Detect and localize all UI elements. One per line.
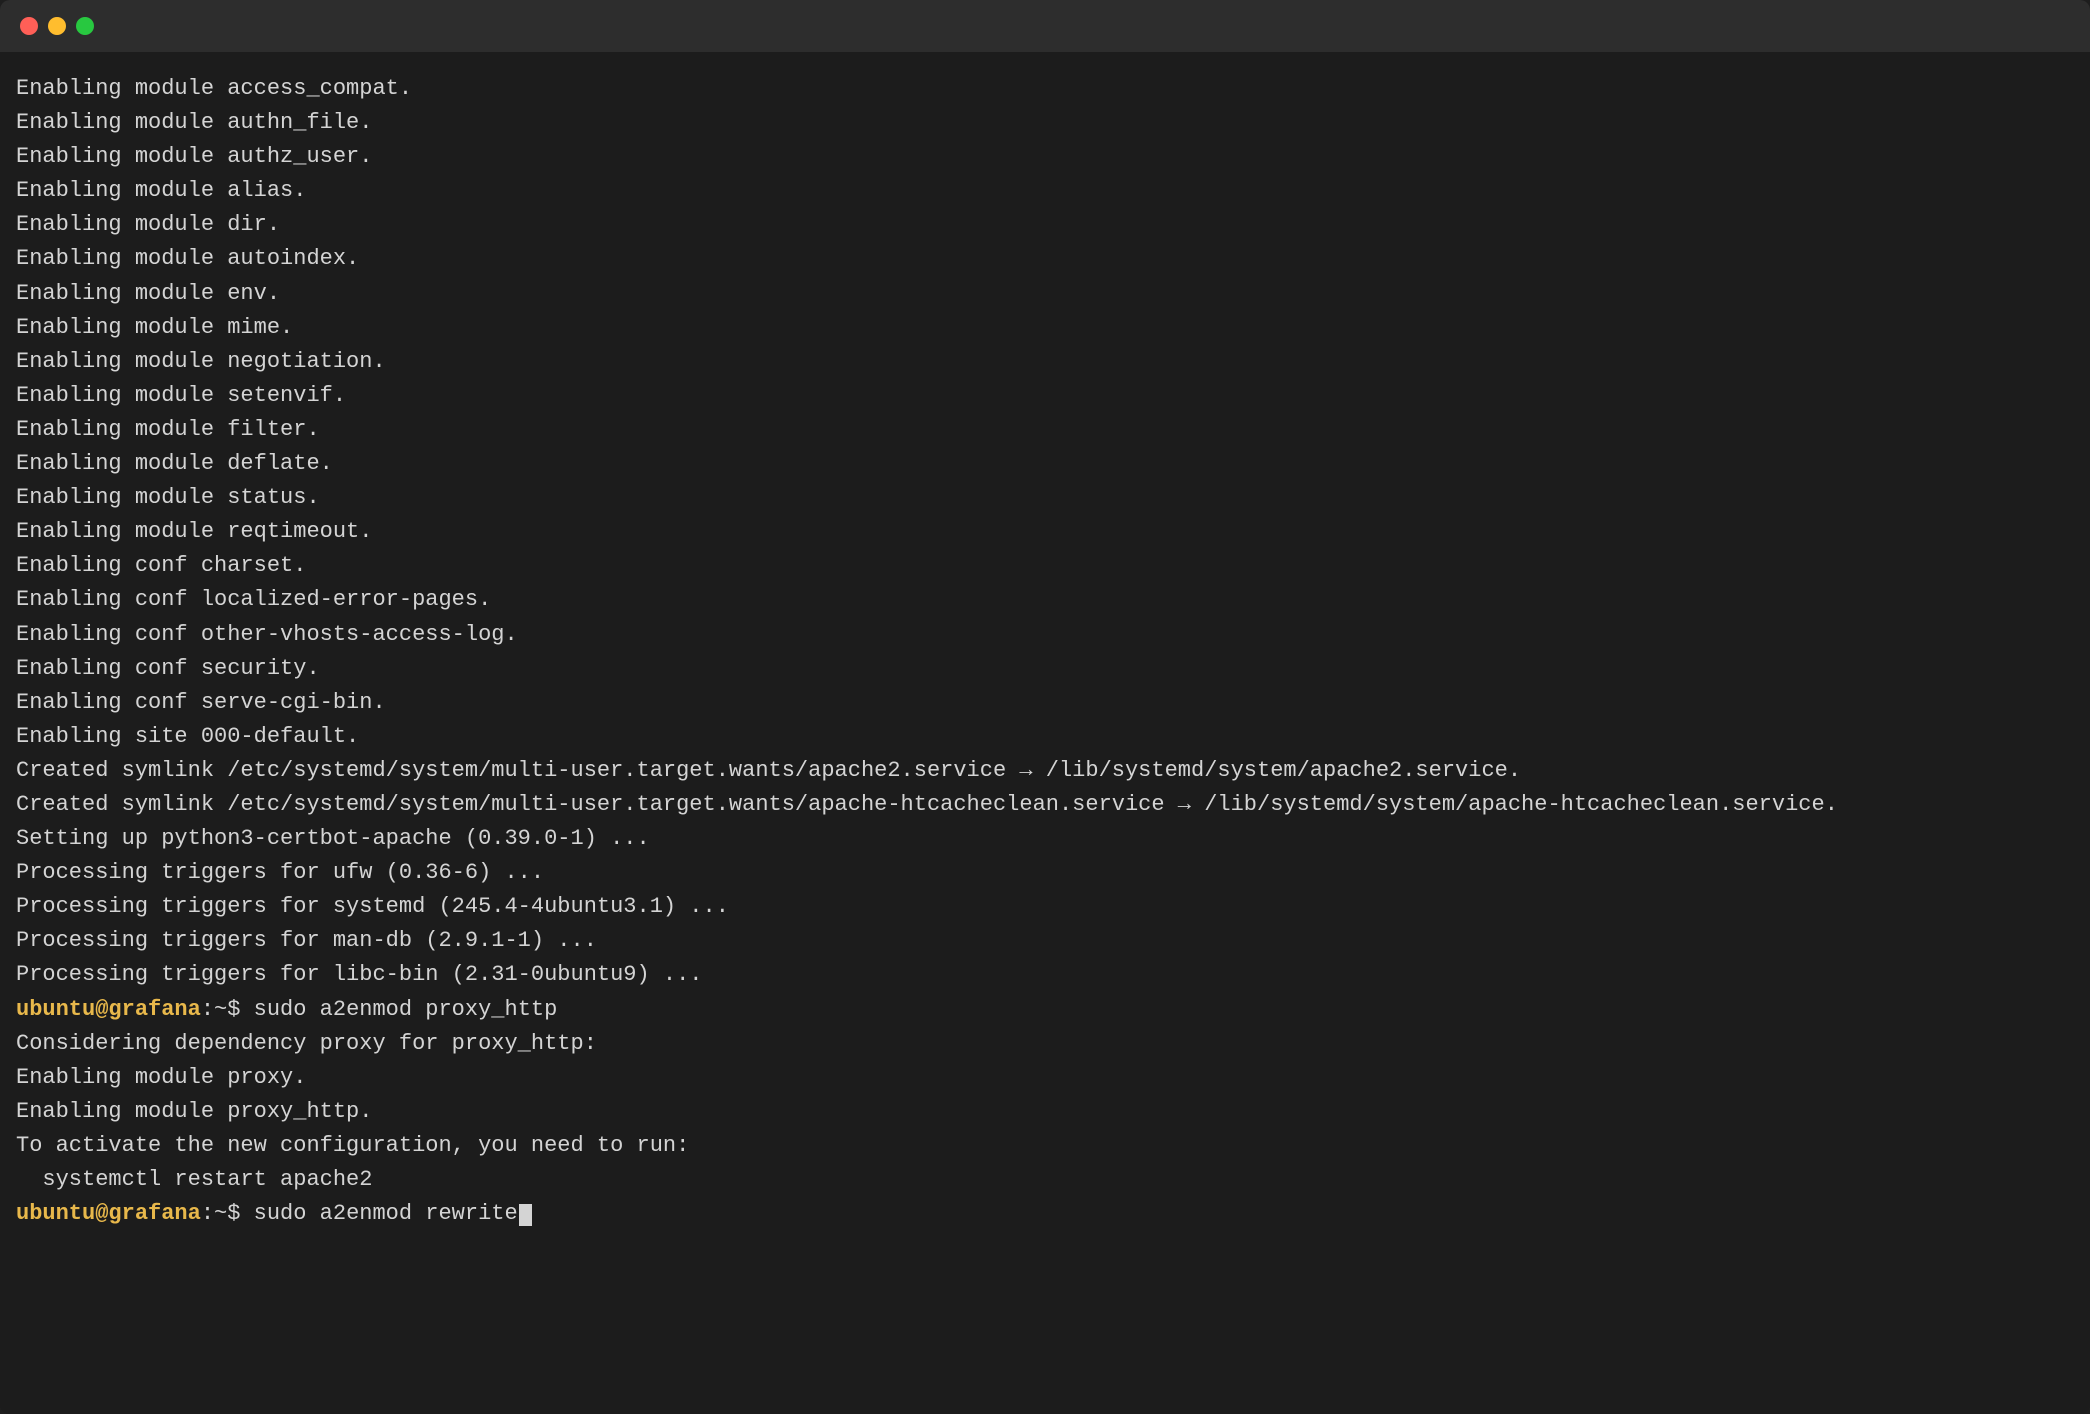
terminal-line: systemctl restart apache2 <box>16 1163 2074 1197</box>
terminal-line: Created symlink /etc/systemd/system/mult… <box>16 788 2074 822</box>
terminal-line: To activate the new configuration, you n… <box>16 1129 2074 1163</box>
terminal-line: Enabling module access_compat. <box>16 72 2074 106</box>
titlebar <box>0 0 2090 52</box>
terminal-line: Enabling module autoindex. <box>16 242 2074 276</box>
terminal-line: Processing triggers for man-db (2.9.1-1)… <box>16 924 2074 958</box>
terminal-line: Enabling conf other-vhosts-access-log. <box>16 618 2074 652</box>
terminal-line: Enabling module deflate. <box>16 447 2074 481</box>
close-button[interactable] <box>20 17 38 35</box>
terminal-line: Considering dependency proxy for proxy_h… <box>16 1027 2074 1061</box>
terminal-cursor <box>519 1204 532 1226</box>
terminal-line: Processing triggers for ufw (0.36-6) ... <box>16 856 2074 890</box>
terminal-line: Enabling module alias. <box>16 174 2074 208</box>
terminal-line: Setting up python3-certbot-apache (0.39.… <box>16 822 2074 856</box>
minimize-button[interactable] <box>48 17 66 35</box>
prompt-command: :~$ sudo a2enmod proxy_http <box>201 997 557 1022</box>
terminal-line: Enabling module filter. <box>16 413 2074 447</box>
maximize-button[interactable] <box>76 17 94 35</box>
terminal-line: Processing triggers for systemd (245.4-4… <box>16 890 2074 924</box>
terminal-window: Enabling module access_compat.Enabling m… <box>0 0 2090 1414</box>
terminal-line: Enabling conf charset. <box>16 549 2074 583</box>
terminal-line: Enabling module dir. <box>16 208 2074 242</box>
terminal-line: Enabling module authz_user. <box>16 140 2074 174</box>
terminal-line: Enabling module status. <box>16 481 2074 515</box>
traffic-lights <box>20 17 94 35</box>
terminal-line: Enabling module setenvif. <box>16 379 2074 413</box>
terminal-line: Enabling site 000-default. <box>16 720 2074 754</box>
terminal-line: Processing triggers for libc-bin (2.31-0… <box>16 958 2074 992</box>
terminal-line: Enabling conf localized-error-pages. <box>16 583 2074 617</box>
prompt-user-host: ubuntu@grafana <box>16 1201 201 1226</box>
terminal-line: Enabling module proxy_http. <box>16 1095 2074 1129</box>
terminal-line: ubuntu@grafana:~$ sudo a2enmod rewrite <box>16 1197 2074 1231</box>
terminal-line: Enabling module proxy. <box>16 1061 2074 1095</box>
terminal-line: Created symlink /etc/systemd/system/mult… <box>16 754 2074 788</box>
terminal-line: Enabling module negotiation. <box>16 345 2074 379</box>
terminal-body[interactable]: Enabling module access_compat.Enabling m… <box>0 52 2090 1414</box>
terminal-line: Enabling module authn_file. <box>16 106 2074 140</box>
terminal-line: Enabling conf serve-cgi-bin. <box>16 686 2074 720</box>
terminal-line: Enabling module reqtimeout. <box>16 515 2074 549</box>
terminal-line: Enabling module env. <box>16 277 2074 311</box>
terminal-line: Enabling module mime. <box>16 311 2074 345</box>
terminal-line: Enabling conf security. <box>16 652 2074 686</box>
prompt-user-host: ubuntu@grafana <box>16 997 201 1022</box>
prompt-command: :~$ sudo a2enmod rewrite <box>201 1201 518 1226</box>
terminal-line: ubuntu@grafana:~$ sudo a2enmod proxy_htt… <box>16 993 2074 1027</box>
